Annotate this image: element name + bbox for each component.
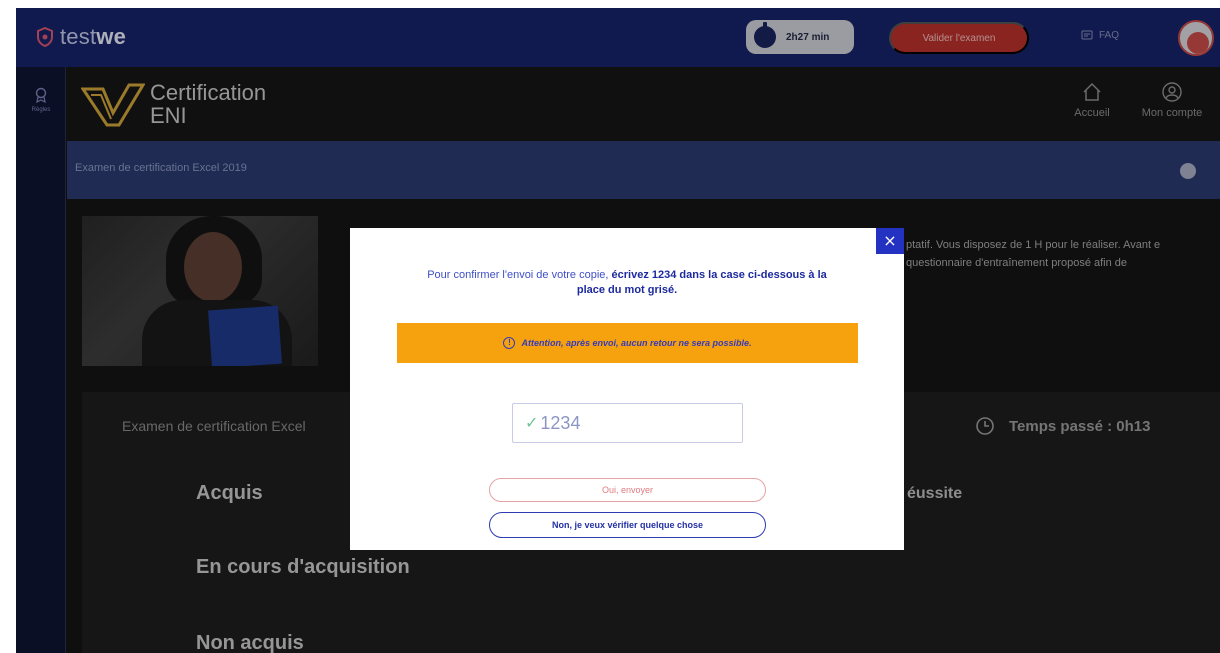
warning-text: Attention, après envoi, aucun retour ne … <box>521 338 752 348</box>
close-icon[interactable]: × <box>876 228 904 254</box>
code-value: 1234 <box>540 412 581 433</box>
warning-banner: ! Attention, après envoi, aucun retour n… <box>397 323 858 363</box>
app-window: testwe 2h27 min Valider l'examen FAQ Règ… <box>16 8 1220 653</box>
warning-icon: ! <box>503 337 516 349</box>
send-button[interactable]: Oui, envoyer <box>489 478 766 502</box>
check-icon: ✓ <box>525 415 539 432</box>
confirmation-code-input[interactable]: ✓ 1234 <box>512 403 743 443</box>
confirm-dialog: × Pour confirmer l'envoi de votre copie,… <box>350 228 904 550</box>
verify-button[interactable]: Non, je veux vérifier quelque chose <box>489 512 766 538</box>
confirm-message: Pour confirmer l'envoi de votre copie, é… <box>427 269 827 296</box>
